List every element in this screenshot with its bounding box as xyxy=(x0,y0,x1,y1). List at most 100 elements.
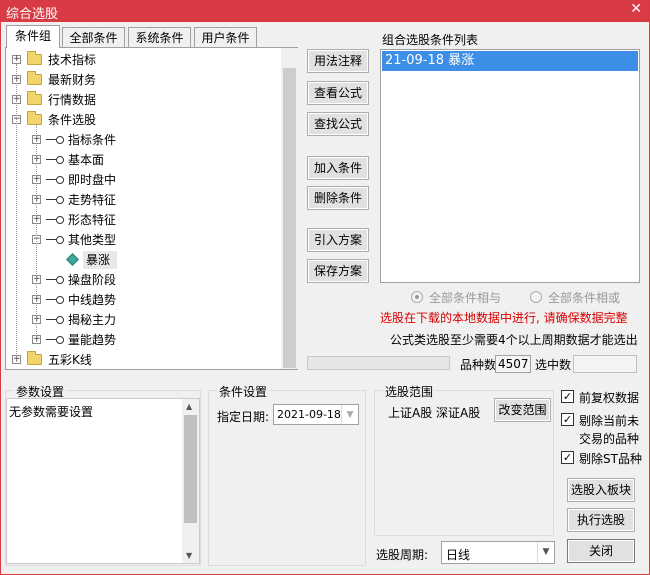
total-count-value: 4507 xyxy=(495,355,531,373)
params-text: 无参数需要设置 xyxy=(9,405,94,419)
exclude-untraded-label-1: 剔除当前未 xyxy=(579,414,640,428)
key-icon xyxy=(46,176,64,184)
close-icon[interactable]: ✕ xyxy=(630,1,642,17)
tree-item[interactable]: + 形态特征 xyxy=(6,210,281,230)
tree-item-label: 走势特征 xyxy=(68,193,117,207)
execute-button[interactable]: 执行选股 xyxy=(567,508,635,532)
tab-system-conditions[interactable]: 系统条件 xyxy=(128,27,191,48)
logic-or-radio[interactable] xyxy=(530,291,542,303)
params-scroll-thumb[interactable] xyxy=(184,415,197,523)
tree-item[interactable]: + 基本面 xyxy=(6,150,281,170)
delete-condition-button[interactable]: 删除条件 xyxy=(307,186,369,210)
close-button[interactable]: 关闭 xyxy=(567,539,635,563)
progress-bar xyxy=(307,356,450,370)
tree-item[interactable]: + 揭秘主力 xyxy=(6,310,281,330)
tree-item-label: 行情数据 xyxy=(48,93,97,107)
tree-item-label: 操盘阶段 xyxy=(68,273,117,287)
condition-settings-title: 条件设置 xyxy=(217,383,270,400)
folder-icon xyxy=(27,51,42,65)
chevron-down-icon[interactable]: ▼ xyxy=(341,405,358,424)
window-title: 综合选股 xyxy=(6,7,59,22)
condition-list-item[interactable]: 21-09-18 暴涨 xyxy=(382,51,638,71)
to-block-button[interactable]: 选股入板块 xyxy=(567,478,635,502)
tab-user-conditions[interactable]: 用户条件 xyxy=(194,27,257,48)
condition-list[interactable]: 21-09-18 暴涨 xyxy=(380,49,640,283)
tab-condition-group[interactable]: 条件组 xyxy=(6,25,60,48)
tree-item-label: 即时盘中 xyxy=(68,173,117,187)
tree-scrollbar[interactable] xyxy=(281,48,298,369)
tree-line xyxy=(16,64,17,364)
key-icon xyxy=(46,316,64,324)
date-picker[interactable]: 2021-09-18 ▼ xyxy=(273,404,359,425)
date-label: 指定日期: xyxy=(217,410,270,424)
expand-icon[interactable]: + xyxy=(12,55,21,64)
scroll-up-icon[interactable]: ▲ xyxy=(186,402,192,411)
selected-count-label: 选中数 xyxy=(535,358,572,372)
exclude-st-checkbox[interactable]: ✓ xyxy=(561,451,574,464)
tree-item-label: 基本面 xyxy=(68,153,105,167)
key-icon xyxy=(46,296,64,304)
key-icon xyxy=(46,336,64,344)
key-icon xyxy=(46,196,64,204)
tree-item[interactable]: + 即时盘中 xyxy=(6,170,281,190)
exclude-untraded-label-2: 交易的品种 xyxy=(579,432,640,446)
key-icon xyxy=(46,156,64,164)
period-value: 日线 xyxy=(446,548,471,562)
find-formula-button[interactable]: 查找公式 xyxy=(307,112,369,136)
tab-all-conditions[interactable]: 全部条件 xyxy=(62,27,125,48)
tree-item[interactable]: − 其他类型 xyxy=(6,230,281,250)
condition-list-title: 组合选股条件列表 xyxy=(382,33,479,47)
tree-item[interactable]: 暴涨 xyxy=(6,250,281,270)
tree-item[interactable]: + 五彩K线 xyxy=(6,350,281,370)
date-value: 2021-09-18 xyxy=(277,408,341,421)
range-markets: 上证A股 深证A股 xyxy=(388,406,481,420)
restore-rights-label: 前复权数据 xyxy=(579,391,640,405)
restore-rights-checkbox[interactable]: ✓ xyxy=(561,390,574,403)
period-select[interactable]: 日线 ▼ xyxy=(441,541,555,564)
tree-item[interactable]: + 走势特征 xyxy=(6,190,281,210)
tree-item[interactable]: − 条件选股 xyxy=(6,110,281,130)
tree-item-label: 暴涨 xyxy=(86,253,111,267)
tree-line xyxy=(36,124,37,344)
tree-item-label: 五彩K线 xyxy=(48,353,92,367)
notice-red: 选股在下载的本地数据中进行, 请确保数据完整 xyxy=(380,311,628,325)
usage-notes-button[interactable]: 用法注释 xyxy=(307,49,369,73)
exclude-untraded-checkbox[interactable]: ✓ xyxy=(561,413,574,426)
tree-item[interactable]: + 中线趋势 xyxy=(6,290,281,310)
tree-item[interactable]: + 量能趋势 xyxy=(6,330,281,350)
params-scrollbar[interactable]: ▲ ▼ xyxy=(182,399,199,563)
view-formula-button[interactable]: 查看公式 xyxy=(307,81,369,105)
range-title: 选股范围 xyxy=(383,383,436,400)
notice-text: 公式类选股至少需要4个以上周期数据才能选出 xyxy=(390,333,638,347)
tree-item[interactable]: + 操盘阶段 xyxy=(6,270,281,290)
total-count-label: 品种数 xyxy=(460,358,497,372)
logic-and-label: 全部条件相与 xyxy=(429,291,502,305)
save-plan-button[interactable]: 保存方案 xyxy=(307,259,369,283)
change-range-button[interactable]: 改变范围 xyxy=(494,398,551,422)
logic-and-radio[interactable] xyxy=(411,291,423,303)
condition-tree[interactable]: + 技术指标 + 最新财务 + 行情数据 − 条件选股 + 指标条件 + 基本面 + 即时盘中 + 走势特征 +… xyxy=(5,47,298,370)
key-icon xyxy=(46,216,64,224)
chevron-down-icon[interactable]: ▼ xyxy=(537,542,554,563)
tree-item-label: 指标条件 xyxy=(68,133,117,147)
tree-item-label: 最新财务 xyxy=(48,73,97,87)
exclude-st-label: 剔除ST品种 xyxy=(579,452,642,466)
folder-icon xyxy=(27,351,42,365)
folder-icon xyxy=(27,71,42,85)
folder-icon xyxy=(27,111,42,125)
tree-item[interactable]: + 指标条件 xyxy=(6,130,281,150)
add-condition-button[interactable]: 加入条件 xyxy=(307,156,369,180)
key-icon xyxy=(46,276,64,284)
tree-item[interactable]: + 技术指标 xyxy=(6,50,281,70)
selected-count-value xyxy=(573,355,637,373)
period-label: 选股周期: xyxy=(376,548,429,562)
scroll-down-icon[interactable]: ▼ xyxy=(186,551,192,560)
tree-item-label: 技术指标 xyxy=(48,53,97,67)
tree-item-label: 量能趋势 xyxy=(68,333,117,347)
import-plan-button[interactable]: 引入方案 xyxy=(307,228,369,252)
key-icon xyxy=(46,136,64,144)
tree-scroll-thumb[interactable] xyxy=(283,68,296,368)
tree-item[interactable]: + 最新财务 xyxy=(6,70,281,90)
tree-item[interactable]: + 行情数据 xyxy=(6,90,281,110)
folder-icon xyxy=(27,91,42,105)
